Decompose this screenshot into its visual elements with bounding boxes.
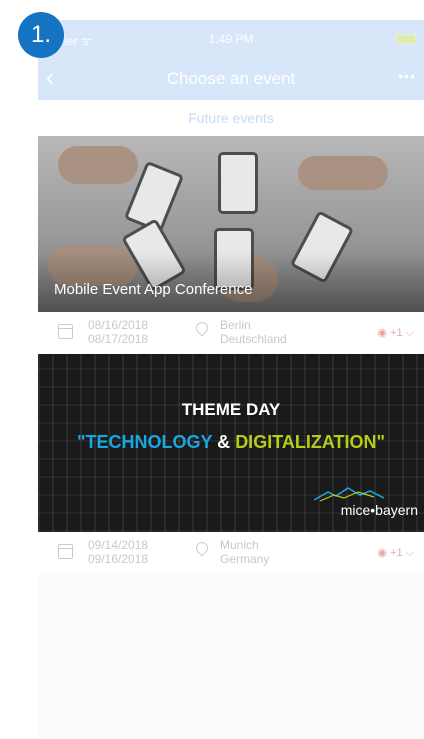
event-location: Berlin Deutschland (220, 318, 287, 346)
list-empty-area (38, 574, 424, 739)
phone-graphic (218, 152, 258, 214)
clock: 1:49 PM (208, 32, 254, 46)
banner-heading: THEME DAY (181, 400, 281, 419)
events-filter-bar: Future events (38, 100, 424, 137)
language-count: +1 ⌵ (390, 547, 414, 559)
location-country: Deutschland (220, 332, 287, 346)
quote-close: " (376, 432, 386, 452)
battery-icon (396, 34, 416, 44)
location-pin-icon (193, 539, 211, 557)
more-options-icon[interactable]: ••• (398, 68, 416, 84)
banner-subheading: "TECHNOLOGY & DIGITALIZATION" (38, 432, 424, 453)
language-count: +1 ⌵ (390, 327, 414, 339)
language-selector[interactable]: ◉ +1 ⌵ (377, 546, 414, 560)
hand-shape (298, 156, 388, 190)
event-info-row[interactable]: 09/14/2018 09/16/2018 Munich Germany ◉ +… (38, 532, 424, 574)
location-country: Germany (220, 552, 270, 566)
event-title: Mobile Event App Conference (54, 281, 253, 298)
banner-ampersand: & (212, 432, 236, 452)
date-end: 08/17/2018 (88, 332, 149, 346)
location-city: Berlin (220, 318, 251, 332)
calendar-icon (58, 544, 73, 559)
date-end: 09/16/2018 (88, 552, 149, 566)
phone-screen: rier ᯤ 1:49 PM ‹ Choose an event ••• Fut… (38, 20, 424, 739)
event-info-row[interactable]: 08/16/2018 08/17/2018 Berlin Deutschland… (38, 312, 424, 354)
hand-shape (58, 146, 138, 184)
location-city: Munich (220, 538, 259, 552)
event-location: Munich Germany (220, 538, 269, 566)
banner-logo: mice•bayern (340, 502, 418, 518)
tab-future-events[interactable]: Future events (38, 110, 424, 126)
nav-bar: ‹ Choose an event ••• (38, 56, 424, 100)
event-dates: 09/14/2018 09/16/2018 (88, 538, 148, 566)
page-title: Choose an event (166, 69, 296, 88)
date-start: 08/16/2018 (88, 318, 149, 332)
mountain-logo-icon (314, 487, 384, 502)
step-number-badge: 1. (18, 12, 64, 58)
event-card-image[interactable]: Mobile Event App Conference (38, 136, 424, 312)
location-pin-icon (193, 319, 211, 337)
date-start: 09/14/2018 (88, 538, 149, 552)
banner-word-technology: TECHNOLOGY (85, 432, 213, 452)
calendar-icon (58, 324, 73, 339)
event-dates: 08/16/2018 08/17/2018 (88, 318, 148, 346)
event-card-banner[interactable]: THEME DAY "TECHNOLOGY & DIGITALIZATION" … (38, 354, 424, 532)
status-bar: rier ᯤ 1:49 PM (38, 20, 424, 56)
language-selector[interactable]: ◉ +1 ⌵ (377, 326, 414, 340)
banner-word-digitalization: DIGITALIZATION (235, 432, 377, 452)
